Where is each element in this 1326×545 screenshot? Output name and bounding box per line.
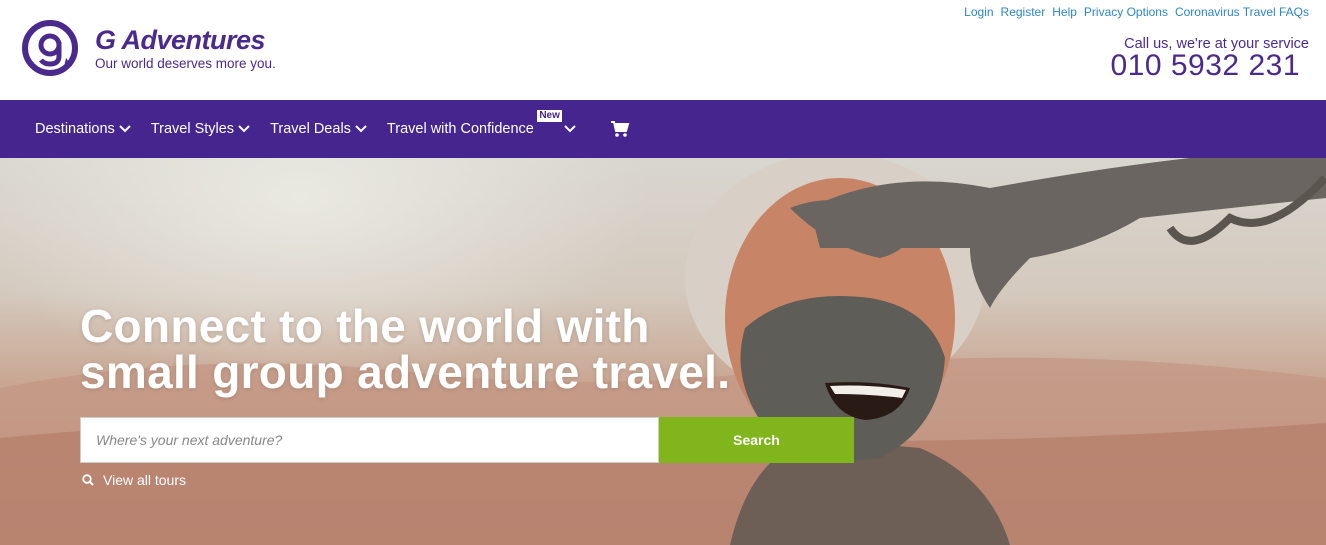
hero-headline: Connect to the world with small group ad… [80, 303, 730, 395]
top-links: Login Register Help Privacy Options Coro… [964, 5, 1309, 19]
nav-travel-deals[interactable]: Travel Deals [270, 121, 367, 137]
hero-headline-line1: Connect to the world with [80, 300, 650, 352]
chevron-down-icon [564, 125, 576, 133]
search-input[interactable] [80, 417, 659, 463]
site-header: G Adventures Our world deserves more you… [0, 0, 1326, 100]
g-logo-icon [22, 20, 78, 76]
help-link[interactable]: Help [1052, 5, 1077, 19]
cart-icon[interactable] [610, 120, 630, 138]
nav-travel-deals-label: Travel Deals [270, 121, 351, 137]
hero-banner: Connect to the world with small group ad… [0, 158, 1326, 545]
new-badge: New [537, 110, 562, 122]
search-button[interactable]: Search [659, 417, 854, 463]
phone-number[interactable]: 010 5932 231 [1110, 49, 1300, 83]
chevron-down-icon [119, 125, 131, 133]
main-nav: Destinations Travel Styles Travel Deals … [0, 100, 1326, 158]
privacy-options-link[interactable]: Privacy Options [1084, 5, 1168, 19]
nav-travel-with-confidence[interactable]: Travel with Confidence New [386, 110, 576, 137]
view-all-tours-link[interactable]: View all tours [82, 472, 186, 488]
nav-travel-styles[interactable]: Travel Styles [151, 121, 250, 137]
coronavirus-faqs-link[interactable]: Coronavirus Travel FAQs [1175, 5, 1309, 19]
search-icon [82, 474, 94, 486]
chevron-down-icon [355, 125, 367, 133]
logo-tagline: Our world deserves more you. [95, 56, 276, 71]
hero-person-image [685, 158, 1326, 545]
nav-destinations[interactable]: Destinations [35, 121, 131, 137]
hero-headline-line2: small group adventure travel. [80, 346, 731, 398]
nav-travel-with-confidence-label: Travel with Confidence [386, 121, 534, 137]
login-link[interactable]: Login [964, 5, 993, 19]
chevron-down-icon [238, 125, 250, 133]
nav-destinations-label: Destinations [35, 121, 115, 137]
view-all-tours-label: View all tours [103, 472, 187, 488]
nav-travel-styles-label: Travel Styles [150, 121, 235, 137]
logo[interactable]: G Adventures Our world deserves more you… [22, 20, 276, 76]
register-link[interactable]: Register [1001, 5, 1046, 19]
search-bar: Search [80, 417, 854, 463]
logo-name: G Adventures [95, 25, 266, 55]
